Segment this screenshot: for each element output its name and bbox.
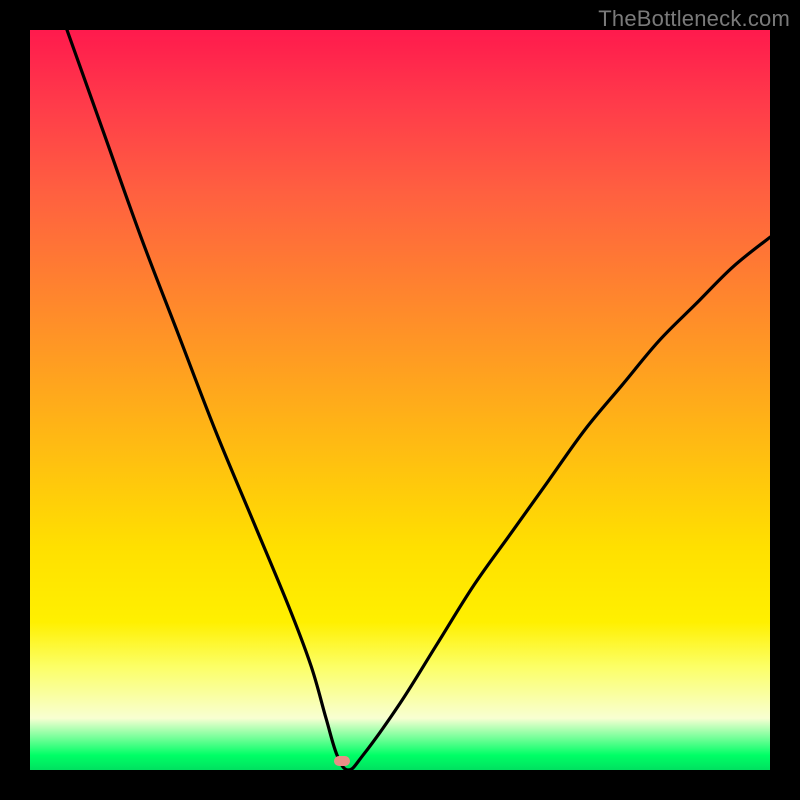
bottleneck-curve: [67, 30, 770, 770]
minimum-marker: [334, 756, 350, 766]
chart-frame: TheBottleneck.com: [0, 0, 800, 800]
curve-svg: [30, 30, 770, 770]
watermark-text: TheBottleneck.com: [598, 6, 790, 32]
plot-area: [30, 30, 770, 770]
